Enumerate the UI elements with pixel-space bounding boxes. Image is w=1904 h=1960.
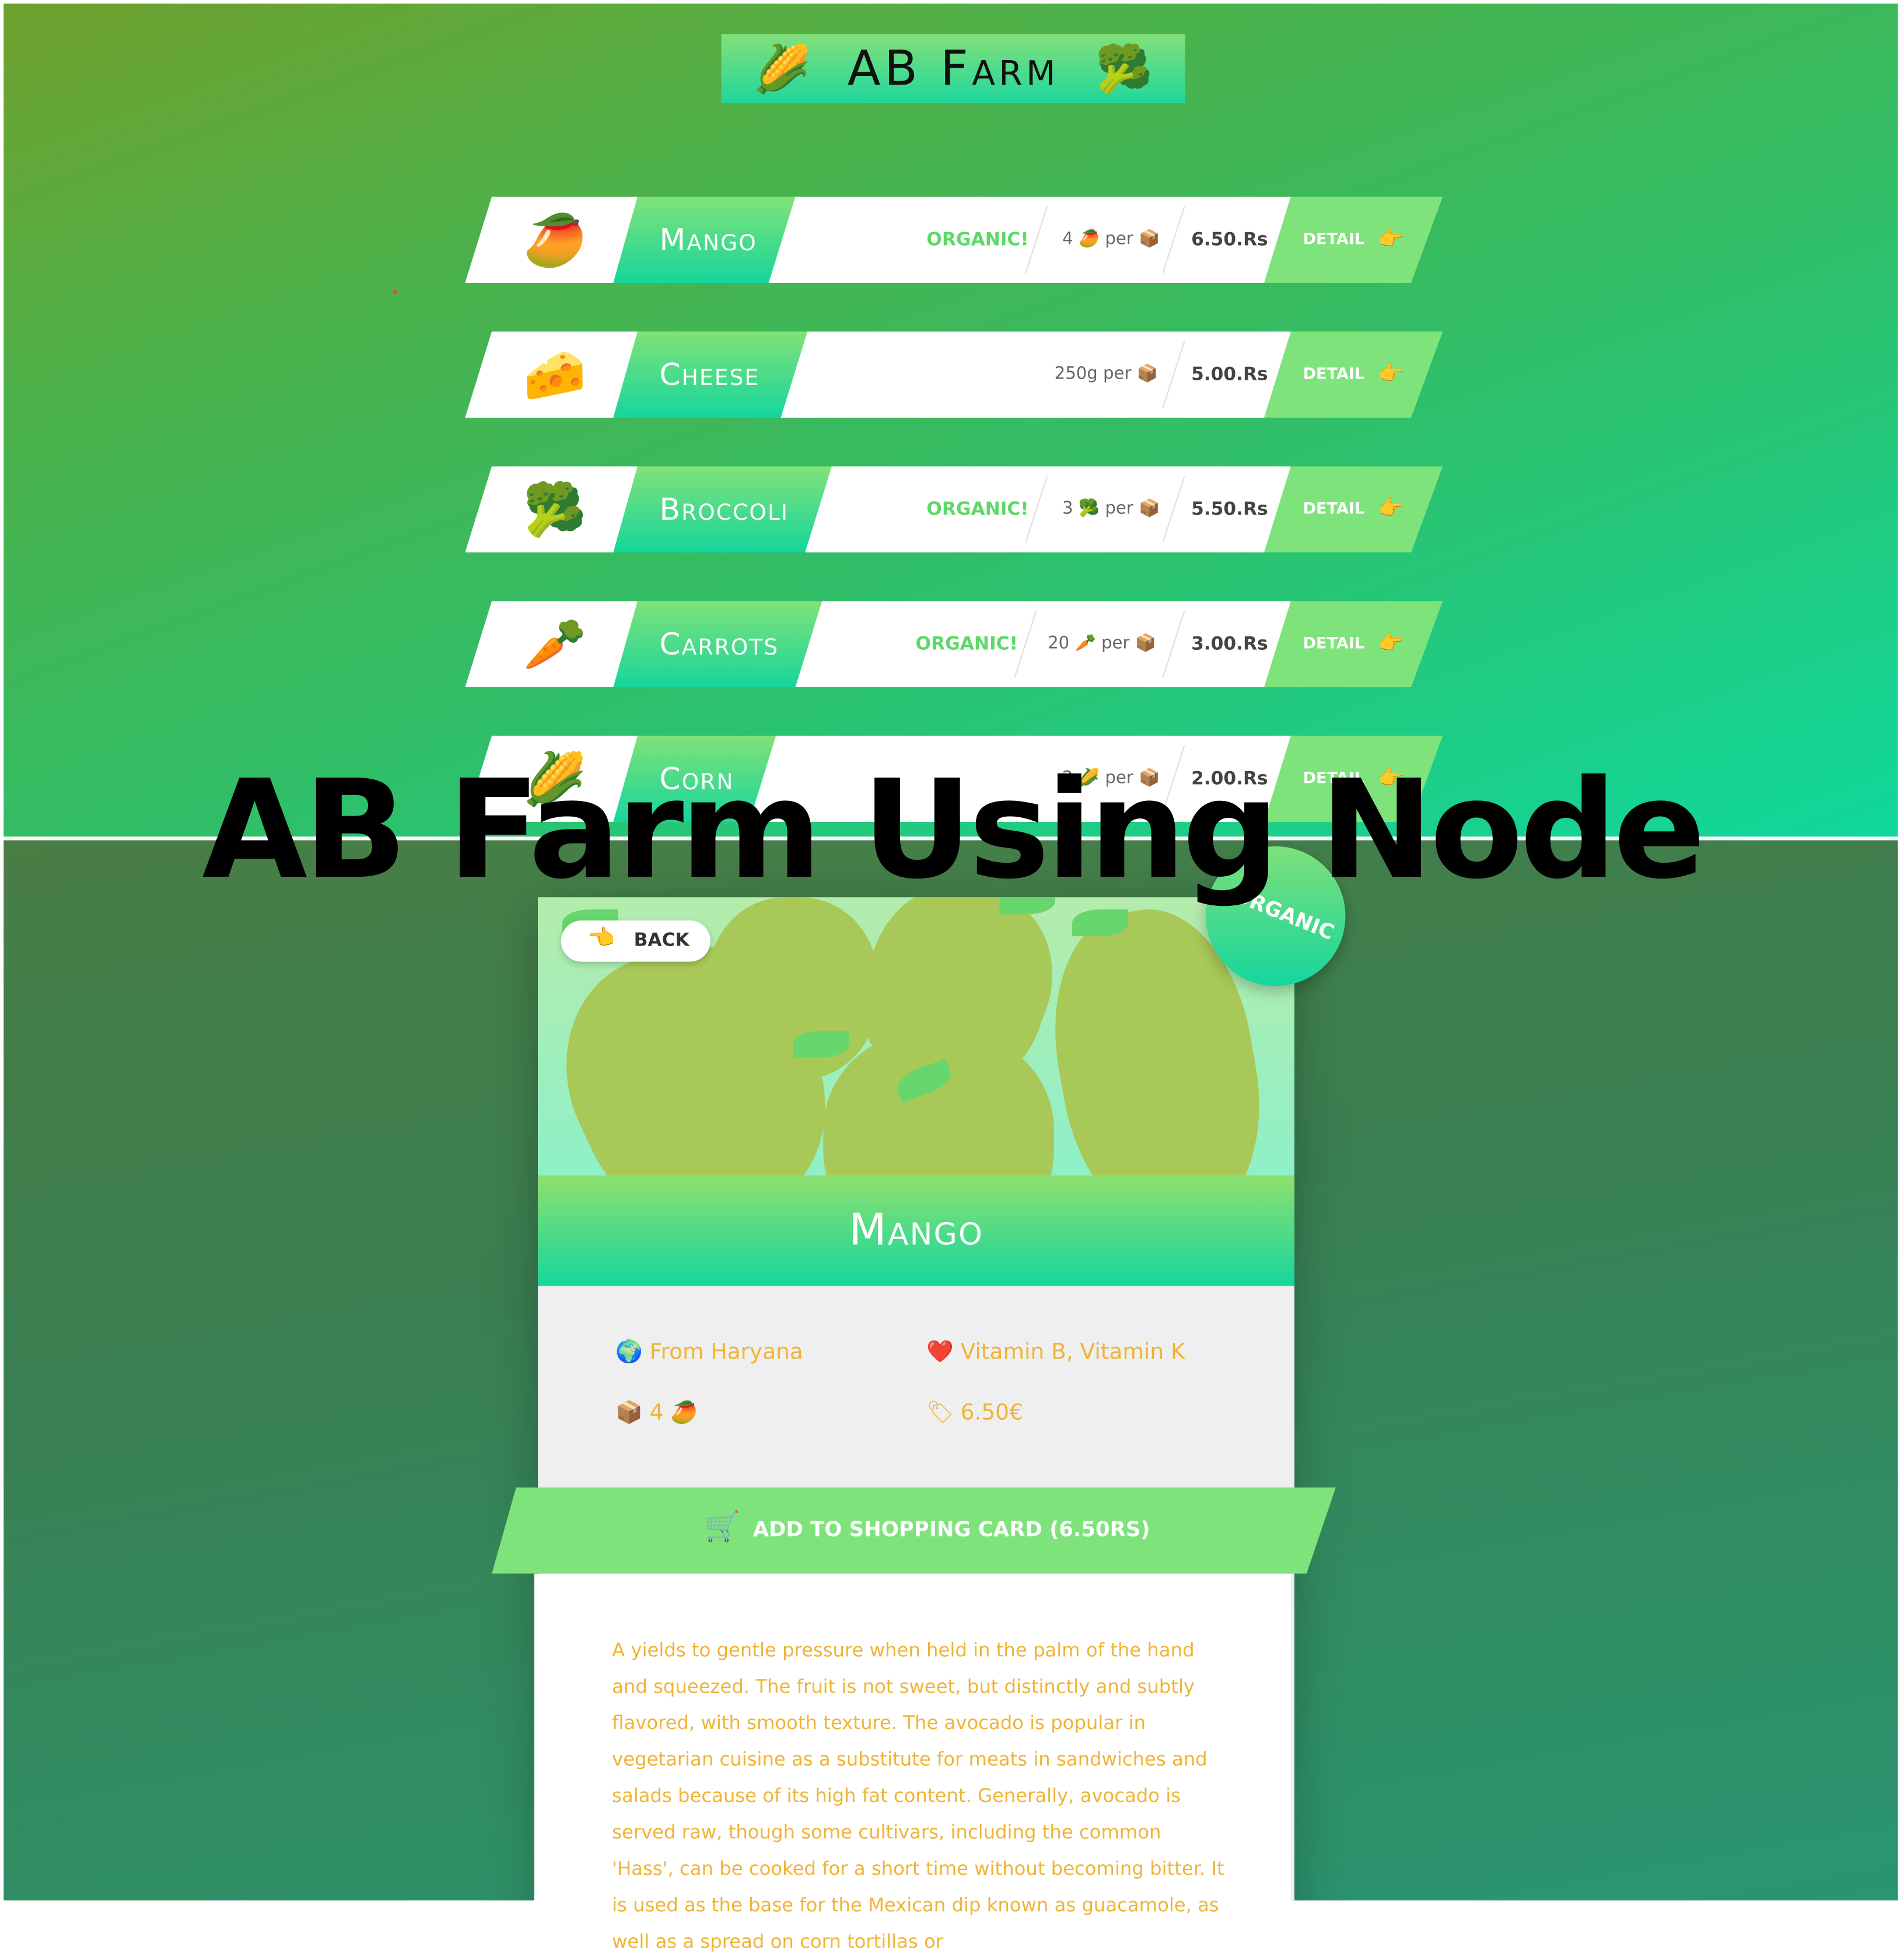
pointing-hand-icon[interactable]: 👉 xyxy=(1378,601,1404,687)
overlay-headline: AB Farm Using Node xyxy=(202,751,1705,910)
quantity-per-box: 20 🥕 per 📦 xyxy=(1048,634,1157,653)
detail-button-label[interactable]: DETAIL xyxy=(1303,601,1365,687)
organic-label: ORGANIC! xyxy=(915,632,1018,655)
organic-label: ORGANIC! xyxy=(926,228,1029,250)
detail-button-label[interactable]: DETAIL xyxy=(1303,331,1365,418)
product-price: 5.00.Rs xyxy=(1191,363,1268,385)
product-price: 6.50.Rs xyxy=(1191,228,1268,250)
product-row-mango: 🥭 Mango ORGANIC! 4 🥭 per 📦 6.50.Rs DETAI… xyxy=(465,197,1443,283)
quantity-per-box: 250g per 📦 xyxy=(1054,364,1158,384)
back-button[interactable]: 👈 BACK xyxy=(561,920,710,962)
product-row-broccoli: 🥦 Broccoli ORGANIC! 3 🥦 per 📦 5.50.Rs DE… xyxy=(465,466,1443,552)
organic-label: ORGANIC! xyxy=(926,498,1029,520)
quantity-info: 📦 4 🥭 xyxy=(615,1400,698,1426)
leaf-shape xyxy=(793,1031,849,1058)
origin-info: 🌍 From Haryana xyxy=(615,1339,803,1365)
vitamins-info: ❤️ Vitamin B, Vitamin K xyxy=(926,1339,1185,1365)
pointing-hand-icon[interactable]: 👉 xyxy=(1378,466,1404,552)
leaf-shape xyxy=(1072,909,1128,936)
quantity-per-box: 3 🥦 per 📦 xyxy=(1062,499,1160,519)
pointing-left-icon: 👈 xyxy=(587,925,615,951)
product-title: Mango xyxy=(849,1206,984,1256)
product-name: Mango xyxy=(659,222,757,258)
product-name: Cheese xyxy=(659,357,760,393)
pointing-hand-icon[interactable]: 👉 xyxy=(1378,331,1404,418)
product-name: Broccoli xyxy=(659,492,789,527)
product-row-carrots: 🥕 Carrots ORGANIC! 20 🥕 per 📦 3.00.Rs DE… xyxy=(465,601,1443,687)
price-info: 🏷 6.50€ xyxy=(926,1400,1023,1426)
product-description: A yields to gentle pressure when held in… xyxy=(612,1639,1224,1953)
app-title: AB Farm xyxy=(847,40,1059,97)
app-logo[interactable]: 🌽 AB Farm 🥦 xyxy=(721,34,1185,103)
heart-icon: ❤️ xyxy=(926,1339,954,1365)
pointing-hand-icon[interactable]: 👉 xyxy=(1378,197,1404,283)
stray-dot xyxy=(393,290,397,294)
detail-button-label[interactable]: DETAIL xyxy=(1303,197,1365,283)
add-to-cart-label: ADD TO SHOPPING CARD (6.50RS) xyxy=(752,1518,1150,1542)
product-row-cheese: 🧀 Cheese 250g per 📦 5.00.Rs DETAIL 👉 xyxy=(465,331,1443,418)
product-description-panel: A yields to gentle pressure when held in… xyxy=(534,1573,1291,1952)
mango-image-icon: 🥭 xyxy=(523,210,587,270)
broccoli-image-icon: 🥦 xyxy=(523,480,587,540)
broccoli-icon: 🥦 xyxy=(1095,41,1153,96)
carrot-image-icon: 🥕 xyxy=(523,614,587,674)
box-icon: 📦 xyxy=(615,1400,643,1426)
product-title-band: Mango xyxy=(538,1175,1295,1286)
cheese-image-icon: 🧀 xyxy=(523,345,587,405)
quantity-per-box: 4 🥭 per 📦 xyxy=(1062,229,1160,249)
globe-icon: 🌍 xyxy=(615,1339,643,1365)
product-name: Carrots xyxy=(659,626,779,662)
add-to-cart-button[interactable]: 🛒 ADD TO SHOPPING CARD (6.50RS) xyxy=(492,1488,1336,1574)
corn-icon: 🌽 xyxy=(753,41,811,96)
product-price: 5.50.Rs xyxy=(1191,498,1268,520)
product-price: 3.00.Rs xyxy=(1191,632,1268,655)
product-overview-page: 🌽 AB Farm 🥦 🥭 Mango ORGANIC! 4 🥭 per 📦 6… xyxy=(4,4,1898,837)
price-tag-icon: 🏷 xyxy=(926,1400,954,1426)
back-button-label: BACK xyxy=(634,929,690,951)
composite-screenshot: 🌽 AB Farm 🥦 🥭 Mango ORGANIC! 4 🥭 per 📦 6… xyxy=(0,0,1904,1952)
detail-button-label[interactable]: DETAIL xyxy=(1303,466,1365,552)
shopping-cart-icon: 🛒 xyxy=(704,1509,741,1544)
